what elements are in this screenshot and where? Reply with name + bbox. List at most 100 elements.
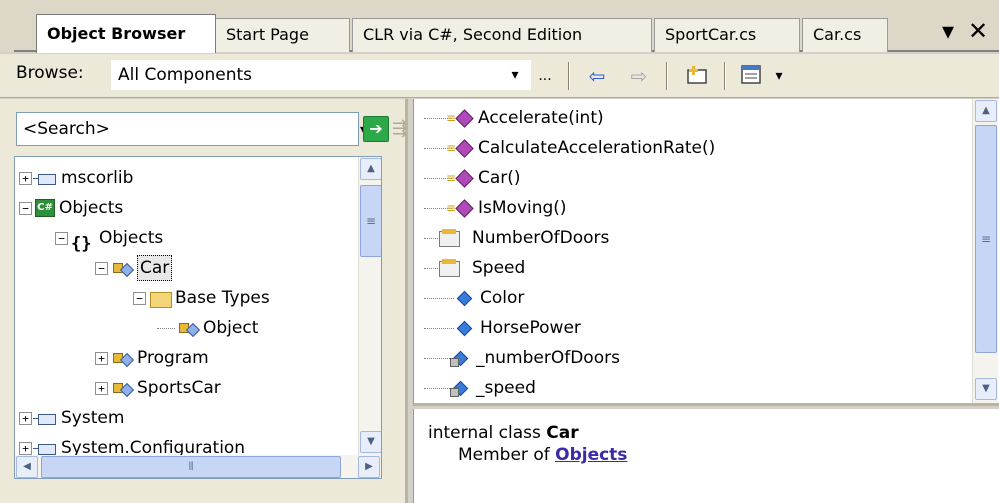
- tree-node-system[interactable]: + System: [19, 403, 124, 433]
- tree-node-label: SportsCar: [137, 378, 221, 398]
- member-item[interactable]: NumberOfDoors: [424, 223, 609, 253]
- expand-icon[interactable]: +: [95, 381, 108, 395]
- member-item[interactable]: Speed: [424, 253, 525, 283]
- expand-icon[interactable]: +: [95, 351, 108, 365]
- field-icon: [454, 289, 476, 307]
- tree-node-objects-namespace[interactable]: − {} Objects: [55, 223, 163, 254]
- class-icon: [111, 259, 133, 277]
- member-label: HorsePower: [480, 318, 581, 338]
- tab-sportcar-cs[interactable]: SportCar.cs: [654, 18, 800, 52]
- browse-scope-combo[interactable]: All Components: [111, 60, 531, 90]
- member-item[interactable]: CalculateAccelerationRate(): [424, 133, 715, 163]
- member-label: _numberOfDoors: [476, 348, 620, 368]
- member-item[interactable]: Color: [424, 283, 524, 313]
- tree-vertical-scrollbar[interactable]: ▲ ≡ ▼: [358, 157, 381, 455]
- scroll-grip-icon: ⦀: [188, 460, 194, 473]
- expand-icon[interactable]: +: [19, 171, 32, 185]
- members-pane: Accelerate(int) CalculateAccelerationRat…: [413, 99, 999, 406]
- search-input[interactable]: <Search>: [23, 119, 110, 139]
- search-combo[interactable]: <Search> ▾: [16, 112, 366, 146]
- member-label: CalculateAccelerationRate(): [478, 138, 716, 158]
- tree-connector: [424, 387, 450, 389]
- settings-icon[interactable]: [736, 62, 766, 90]
- tree-node-program[interactable]: + Program: [95, 343, 209, 373]
- member-label: Color: [480, 288, 525, 308]
- collapse-icon[interactable]: −: [95, 261, 108, 275]
- property-icon: [438, 229, 468, 247]
- member-of-line: Member of Objects: [458, 445, 999, 465]
- member-of-link[interactable]: Objects: [555, 445, 627, 465]
- folder-icon: [149, 289, 172, 308]
- tree-connector: [424, 237, 438, 239]
- toolbar-separator: [724, 62, 725, 90]
- class-icon: [177, 319, 199, 337]
- tree-node-label: Program: [137, 348, 209, 368]
- scroll-down-icon[interactable]: ▼: [975, 378, 997, 400]
- private-field-icon: [450, 349, 472, 367]
- class-icon: [111, 349, 133, 367]
- tree-node-base-types[interactable]: − Base Types: [133, 283, 270, 313]
- scroll-up-icon[interactable]: ▲: [360, 158, 381, 180]
- collapse-icon[interactable]: −: [55, 231, 68, 245]
- objects-tree: + mscorlib − C# Objects − {} Objects − C…: [14, 156, 382, 479]
- scroll-thumb[interactable]: ≡: [360, 185, 381, 257]
- tab-car-cs[interactable]: Car.cs: [802, 18, 888, 52]
- forward-arrow-icon[interactable]: ⇨: [622, 62, 656, 90]
- expand-icon[interactable]: +: [19, 411, 32, 425]
- member-item[interactable]: _speed: [424, 373, 536, 403]
- expand-icon[interactable]: +: [19, 441, 32, 455]
- scroll-thumb[interactable]: ⦀: [41, 456, 341, 478]
- tree-node-label: Objects: [59, 198, 124, 218]
- tree-node-label: System: [61, 408, 125, 428]
- search-go-icon[interactable]: ➔: [363, 116, 389, 142]
- tree-node-label: Car: [137, 255, 173, 281]
- close-icon[interactable]: ✕: [964, 14, 992, 48]
- assembly-icon: [33, 409, 57, 427]
- method-icon: [446, 163, 474, 193]
- member-item[interactable]: Car(): [424, 163, 521, 193]
- tree-connector: [424, 357, 450, 359]
- tree-node-sportscar[interactable]: + SportsCar: [95, 373, 221, 403]
- tree-connector: [424, 267, 438, 269]
- tab-object-browser[interactable]: Object Browser: [36, 14, 216, 53]
- browse-label: Browse:: [16, 63, 84, 83]
- scroll-down-icon[interactable]: ▼: [360, 431, 381, 453]
- member-label: NumberOfDoors: [472, 228, 610, 248]
- assembly-icon: [33, 169, 57, 187]
- method-icon: [446, 103, 474, 133]
- browse-dropdown-icon[interactable]: ▾: [502, 62, 528, 88]
- tree-node-car[interactable]: − Car: [95, 253, 173, 283]
- add-reference-icon[interactable]: [680, 62, 714, 90]
- member-item[interactable]: _numberOfDoors: [424, 343, 620, 373]
- tree-connector: [157, 327, 175, 329]
- tree-node-label: mscorlib: [61, 168, 134, 188]
- object-browser-toolbar: Browse: All Components ▾ ... ⇦ ⇨ ▾: [0, 54, 999, 98]
- tree-connector: [424, 297, 454, 299]
- tree-node-mscorlib[interactable]: + mscorlib: [19, 163, 133, 193]
- scroll-grip-icon: ≡: [365, 214, 377, 228]
- scroll-left-icon[interactable]: ◀: [16, 456, 38, 478]
- member-item[interactable]: Accelerate(int): [424, 103, 604, 133]
- tab-clr-via-csharp[interactable]: CLR via C#, Second Edition: [352, 18, 652, 52]
- tree-horizontal-scrollbar[interactable]: ◀ ⦀ ▶: [15, 455, 381, 478]
- objects-pane: <Search> ▾ ➔ ⇶ + mscorlib − C# Objects −…: [0, 99, 408, 503]
- member-item[interactable]: IsMoving(): [424, 193, 567, 223]
- clear-search-icon[interactable]: ⇶: [392, 116, 412, 142]
- tab-start-page[interactable]: Start Page: [215, 18, 350, 52]
- scroll-thumb[interactable]: ≡: [975, 125, 997, 353]
- tree-node-objects-project[interactable]: − C# Objects: [19, 193, 123, 223]
- member-item[interactable]: HorsePower: [424, 313, 581, 343]
- document-tab-strip: Object Browser Start Page CLR via C#, Se…: [0, 0, 999, 53]
- scroll-up-icon[interactable]: ▲: [975, 100, 997, 122]
- settings-dropdown-icon[interactable]: ▾: [770, 62, 788, 90]
- window-position-menu-icon[interactable]: ▾: [934, 14, 962, 48]
- tree-node-object[interactable]: Object: [157, 313, 258, 343]
- declaration-line: internal class Car: [428, 423, 999, 443]
- member-label: Speed: [472, 258, 526, 278]
- collapse-icon[interactable]: −: [19, 201, 32, 215]
- back-arrow-icon[interactable]: ⇦: [580, 62, 614, 90]
- scroll-right-icon[interactable]: ▶: [358, 456, 380, 478]
- collapse-icon[interactable]: −: [133, 291, 146, 305]
- members-vertical-scrollbar[interactable]: ▲ ≡ ▼: [972, 99, 998, 403]
- edit-custom-component-set-button[interactable]: ...: [532, 62, 558, 90]
